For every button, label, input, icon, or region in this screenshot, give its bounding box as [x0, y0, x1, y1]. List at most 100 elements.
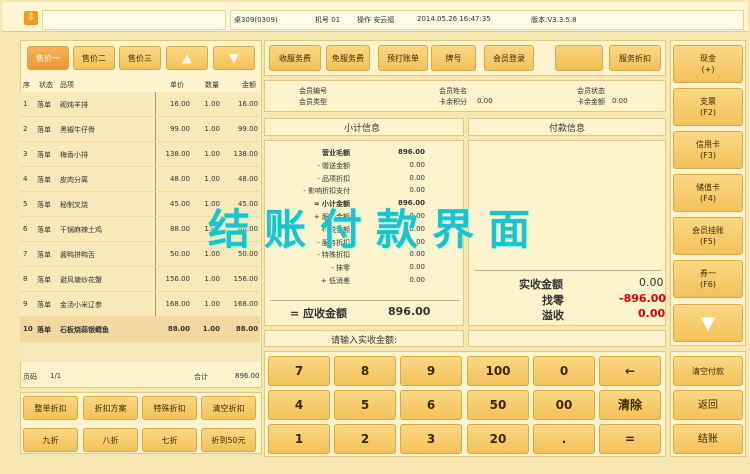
- keypad-key[interactable]: .: [533, 424, 595, 454]
- pre-print-bill-button[interactable]: 预打账单: [378, 45, 428, 71]
- discount-70-button[interactable]: 七折: [142, 428, 197, 452]
- order-cell-price: 156.00: [165, 275, 191, 283]
- col-status: 状态: [39, 81, 53, 89]
- subtotal-line-label: - 抹零: [331, 264, 350, 273]
- keypad-key[interactable]: 2: [334, 424, 396, 454]
- service-discount-button[interactable]: 服务折扣: [609, 45, 661, 71]
- scroll-down-button[interactable]: ▼: [213, 46, 255, 70]
- payment-title: 付款信息: [549, 124, 586, 134]
- checkout-button[interactable]: 结账: [673, 424, 743, 454]
- subtotal-line-value: 0.00: [409, 276, 425, 284]
- download-icon[interactable]: ⇩: [24, 11, 38, 25]
- keypad-key[interactable]: 3: [400, 424, 462, 454]
- page-label: 页码: [23, 373, 37, 381]
- order-row[interactable]: 4 落单 皮肉分离 48.00 1.00 48.00: [20, 167, 260, 192]
- order-cell-no: 4: [23, 175, 28, 183]
- order-row[interactable]: 2 落单 黑椒牛仔骨 99.00 1.00 99.00: [20, 117, 260, 142]
- order-row[interactable]: 3 落单 梅香小排 138.00 1.00 138.00: [20, 142, 260, 167]
- payment-method-button[interactable]: 支票 (F2): [673, 88, 743, 126]
- order-row[interactable]: 10 落单 石板烧蒜银鳕鱼 88.00 1.00 88.00: [20, 317, 260, 342]
- price-tab-2[interactable]: 售价二: [73, 46, 115, 70]
- subtotal-divider: [270, 300, 460, 301]
- waive-service-fee-button[interactable]: 免服务费: [326, 45, 370, 71]
- order-cell-no: 8: [23, 275, 28, 283]
- order-cell-no: 7: [23, 250, 28, 258]
- order-cell-amount: 138.00: [233, 150, 259, 158]
- payment-method-button[interactable]: 现金 (+): [673, 45, 743, 83]
- balance-value: 0.00: [612, 97, 628, 105]
- order-cell-no: 2: [23, 125, 28, 133]
- order-cell-price: 45.00: [169, 200, 190, 208]
- subtotal-line-label: - 影响折扣支付: [303, 187, 350, 196]
- keypad-key[interactable]: 7: [268, 356, 330, 386]
- col-no: 序: [23, 81, 30, 89]
- discount-to-50-button[interactable]: 折到50元: [201, 428, 256, 452]
- receivable-label: = 应收金额: [290, 307, 348, 320]
- subtotal-title: 小计信息: [344, 124, 381, 134]
- version: 版本:V3.3.5.8: [531, 16, 577, 24]
- keypad-key[interactable]: 9: [400, 356, 462, 386]
- search-field[interactable]: [42, 10, 226, 30]
- order-cell-qty: 1.00: [204, 125, 220, 133]
- order-cell-status: 落单: [37, 301, 51, 309]
- order-cell-price: 48.00: [169, 175, 190, 183]
- order-cell-status: 落单: [37, 226, 51, 234]
- order-cell-item: 避风塘炒花蟹: [60, 276, 102, 284]
- amount-input-right[interactable]: [468, 330, 666, 347]
- clear-payment-button[interactable]: 清空付款: [673, 356, 743, 386]
- blank-function-button[interactable]: [555, 45, 603, 71]
- order-cell-price: 168.00: [165, 300, 191, 308]
- order-discount-button[interactable]: 整单折扣: [23, 396, 78, 420]
- payment-method-button[interactable]: 储值卡 (F4): [673, 174, 743, 212]
- points-label: 卡余积分: [439, 98, 467, 106]
- pay-scroll-down-button[interactable]: ▼: [673, 304, 743, 342]
- received-label: 实收金额: [519, 278, 563, 291]
- order-cell-qty: 1.00: [204, 100, 220, 108]
- price-tab-1[interactable]: 售价一: [27, 46, 69, 70]
- keypad-key[interactable]: 6: [400, 390, 462, 420]
- payment-method-label: 储值卡: [696, 183, 720, 192]
- order-cell-no: 10: [23, 325, 33, 333]
- keypad-key[interactable]: 清除: [599, 390, 661, 420]
- keypad-key[interactable]: 5: [334, 390, 396, 420]
- special-discount-button[interactable]: 特殊折扣: [142, 396, 197, 420]
- back-button[interactable]: 返回: [673, 390, 743, 420]
- keypad-key[interactable]: 1: [268, 424, 330, 454]
- scroll-up-button[interactable]: ▲: [166, 46, 208, 70]
- member-login-button[interactable]: 会员登录: [484, 45, 534, 71]
- keypad-key[interactable]: 100: [467, 356, 529, 386]
- keypad-key[interactable]: ←: [599, 356, 661, 386]
- page-value: 1/1: [50, 372, 62, 380]
- order-cell-amount: 156.00: [233, 275, 259, 283]
- payment-method-button[interactable]: 券一 (F6): [673, 260, 743, 298]
- discount-90-button[interactable]: 九折: [23, 428, 78, 452]
- payment-method-label: 支票: [700, 97, 716, 106]
- payment-method-button[interactable]: 信用卡 (F3): [673, 131, 743, 169]
- payment-method-key: (F5): [700, 237, 716, 246]
- keypad-key[interactable]: 4: [268, 390, 330, 420]
- keypad-key[interactable]: 0: [533, 356, 595, 386]
- order-cell-price: 50.00: [169, 250, 190, 258]
- keypad-key[interactable]: 8: [334, 356, 396, 386]
- order-cell-no: 9: [23, 300, 28, 308]
- payment-method-button[interactable]: 会员挂账 (F5): [673, 217, 743, 255]
- charge-service-fee-button[interactable]: 收服务费: [269, 45, 321, 71]
- clear-discount-button[interactable]: 清空折扣: [201, 396, 256, 420]
- order-row[interactable]: 1 落单 砌炖羊排 16.00 1.00 16.00: [20, 92, 260, 117]
- discount-80-button[interactable]: 八折: [83, 428, 138, 452]
- total-label: 合计: [194, 373, 208, 381]
- keypad-key[interactable]: 20: [467, 424, 529, 454]
- order-row[interactable]: 9 落单 金汤小米辽参 168.00 1.00 168.00: [20, 292, 260, 317]
- discount-plan-button[interactable]: 折扣方案: [83, 396, 138, 420]
- order-cell-item: 石板烧蒜银鳕鱼: [60, 326, 109, 334]
- order-cell-status: 落单: [37, 176, 51, 184]
- order-row[interactable]: 8 落单 避风塘炒花蟹 156.00 1.00 156.00: [20, 267, 260, 292]
- order-cell-item: 砌炖羊排: [60, 101, 88, 109]
- keypad-key[interactable]: 50: [467, 390, 529, 420]
- price-tab-3[interactable]: 售价三: [119, 46, 161, 70]
- order-cell-amount: 48.00: [237, 175, 258, 183]
- tag-number-button[interactable]: 牌号: [431, 45, 476, 71]
- keypad-key[interactable]: 00: [533, 390, 595, 420]
- subtotal-line-label: - 品项折扣: [317, 174, 350, 183]
- keypad-key[interactable]: =: [599, 424, 661, 454]
